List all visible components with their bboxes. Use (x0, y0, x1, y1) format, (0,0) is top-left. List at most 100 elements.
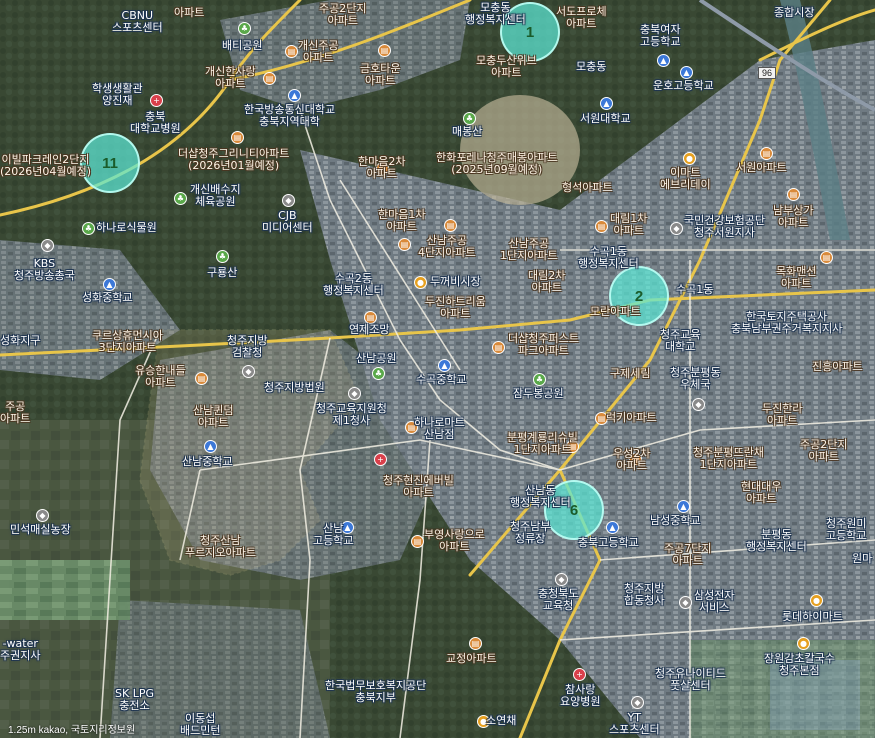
government-icon[interactable]: ◆ (631, 696, 644, 709)
apartment-icon[interactable]: ▤ (469, 637, 482, 650)
park-icon[interactable]: ♣ (463, 112, 476, 125)
place-label[interactable]: 구룡산 (207, 267, 237, 279)
place-label[interactable]: 주공7단지 아파트 (664, 543, 711, 567)
place-label[interactable]: 서도프로체 아파트 (556, 6, 607, 30)
place-label[interactable]: 서원아파트 (736, 162, 787, 174)
place-label[interactable]: 모충동 행정복지센터 (465, 2, 526, 26)
school-icon[interactable]: ▲ (680, 66, 693, 79)
place-label[interactable]: 삼성전자 서비스 (694, 590, 734, 614)
place-label[interactable]: 모충동 (576, 61, 606, 73)
place-label[interactable]: 청주교육 대학교 (660, 329, 700, 353)
place-label[interactable]: CBNU 스포츠센터 (112, 10, 163, 34)
place-label[interactable]: 두꺼비시장 (430, 276, 481, 288)
place-label[interactable]: 한국법무보호복지공단 충북지부 (325, 680, 426, 704)
place-label[interactable]: 청주교육지원청 제1청사 (316, 403, 387, 427)
place-label[interactable]: 하나로식물원 (96, 222, 157, 234)
place-label[interactable]: 한화포레나청주매봉아파트 (2025년09월예정) (436, 152, 557, 176)
place-label[interactable]: 산남공원 (356, 353, 396, 365)
place-label[interactable]: 수곡1동 행정복지센터 (578, 246, 639, 270)
place-label[interactable]: 개신배수지 체육공원 (190, 184, 241, 208)
place-label[interactable]: 종합시장 (774, 7, 814, 19)
place-label[interactable]: 참사랑 요양병원 (560, 684, 600, 708)
place-label[interactable]: 충북고등학교 (578, 537, 639, 549)
park-icon[interactable]: ♣ (533, 373, 546, 386)
place-label[interactable]: 장원감초칼국수 청주본점 (764, 653, 835, 677)
place-label[interactable]: 한마음2차 아파트 (358, 156, 405, 180)
place-label[interactable]: 수곡1동 (676, 284, 713, 296)
food-icon[interactable]: ● (683, 152, 696, 165)
place-label[interactable]: 매봉산 (452, 126, 482, 138)
place-label[interactable]: 산남주공 4단지아파트 (418, 235, 476, 259)
place-label[interactable]: 두진하트리움 아파트 (425, 296, 486, 320)
place-label[interactable]: 연제조망 (349, 324, 389, 336)
place-label[interactable]: 더샵청주그리니티아파트 (2026년01월예정) (178, 148, 289, 172)
place-label[interactable]: 청주현진에버빌 아파트 (383, 475, 454, 499)
place-label[interactable]: 배티공원 (222, 40, 262, 52)
place-label[interactable]: 잠두봉공원 (513, 388, 564, 400)
place-label[interactable]: 산남주공 1단지아파트 (500, 238, 558, 262)
apartment-icon[interactable]: ▤ (787, 188, 800, 201)
school-icon[interactable]: ▲ (600, 97, 613, 110)
government-icon[interactable]: ◆ (242, 365, 255, 378)
apartment-icon[interactable]: ▤ (195, 372, 208, 385)
place-label[interactable]: 산남퀸덤 아파트 (193, 405, 233, 429)
place-label[interactable]: 목화맨션 아파트 (776, 266, 816, 290)
place-label[interactable]: 부영사랑으로 아파트 (424, 529, 485, 553)
place-label[interactable]: 우성2차 아파트 (613, 448, 650, 472)
place-label[interactable]: 학생생활관 양진재 (92, 83, 143, 107)
place-label[interactable]: 성화지구 (0, 335, 40, 347)
place-label[interactable]: 유승한내들 아파트 (135, 365, 186, 389)
government-icon[interactable]: ◆ (36, 509, 49, 522)
place-label[interactable]: 현대대우 아파트 (741, 481, 781, 505)
apartment-icon[interactable]: ▤ (760, 147, 773, 160)
place-label[interactable]: 운호고등학교 (653, 80, 714, 92)
place-label[interactable]: 교정아파트 (446, 653, 497, 665)
place-label[interactable]: 산남동 행정복지센터 (510, 485, 571, 509)
apartment-icon[interactable]: ▤ (444, 219, 457, 232)
place-label[interactable]: 이마트 에브리데이 (660, 167, 711, 191)
place-label[interactable]: 롯데하이마트 (782, 611, 843, 623)
place-label[interactable]: 산남중학교 (182, 456, 233, 468)
place-label[interactable]: 청주남부 정류장 (510, 521, 550, 545)
place-label[interactable]: 분평계룡리슈빌 1단지아파트 (507, 432, 578, 456)
apartment-icon[interactable]: ▤ (231, 131, 244, 144)
place-label[interactable]: 개신한사랑 아파트 (205, 66, 256, 90)
government-icon[interactable]: ◆ (282, 194, 295, 207)
place-label[interactable]: 주공2단지 아파트 (319, 3, 366, 27)
place-label[interactable]: 산남 고등학교 (313, 523, 353, 547)
place-label[interactable]: 주공 아파트 (0, 401, 30, 425)
place-label[interactable]: YT 스포츠센터 (609, 712, 660, 736)
place-label[interactable]: 청주원미 고등학교 (826, 518, 866, 542)
apartment-icon[interactable]: ▤ (595, 220, 608, 233)
place-label[interactable]: 대림1차 아파트 (610, 213, 647, 237)
place-label[interactable]: 청주지방 합동청사 (624, 583, 664, 607)
place-label[interactable]: 청주유나이티드 풋살센터 (655, 668, 726, 692)
government-icon[interactable]: ◆ (670, 222, 683, 235)
place-label[interactable]: SK LPG 충전소 (115, 688, 154, 712)
place-label[interactable]: 청주분평뜨란채 1단지아파트 (693, 447, 764, 471)
place-label[interactable]: 충북여자 고등학교 (640, 24, 680, 48)
place-label[interactable]: 수곡중학교 (416, 374, 467, 386)
school-icon[interactable]: ▲ (657, 54, 670, 67)
place-label[interactable]: 진흥아파트 (812, 361, 863, 373)
place-label[interactable]: 소연채 (486, 715, 516, 727)
school-icon[interactable]: ▲ (677, 500, 690, 513)
place-label[interactable]: 개신주공 아파트 (298, 40, 338, 64)
place-label[interactable]: 모충두산위브 아파트 (476, 55, 537, 79)
place-label[interactable]: 성화중학교 (82, 292, 133, 304)
place-label[interactable]: 충청북도 교육청 (538, 588, 578, 612)
school-icon[interactable]: ▲ (606, 521, 619, 534)
place-label[interactable]: 아파트 (174, 7, 204, 19)
place-label[interactable]: 한마음1차 아파트 (378, 209, 425, 233)
place-label[interactable]: KBS 청주방송총국 (14, 258, 75, 282)
school-icon[interactable]: ▲ (288, 89, 301, 102)
park-icon[interactable]: ♣ (238, 22, 251, 35)
food-icon[interactable]: ● (797, 637, 810, 650)
park-icon[interactable]: ♣ (174, 192, 187, 205)
apartment-icon[interactable]: ▤ (820, 251, 833, 264)
apartment-icon[interactable]: ▤ (492, 341, 505, 354)
apartment-icon[interactable]: ▤ (285, 45, 298, 58)
place-label[interactable]: 청주산남 푸르지오아파트 (185, 535, 256, 559)
place-label[interactable]: 구제세림 (610, 368, 650, 380)
place-label[interactable]: 주공2단지 아파트 (800, 439, 847, 463)
